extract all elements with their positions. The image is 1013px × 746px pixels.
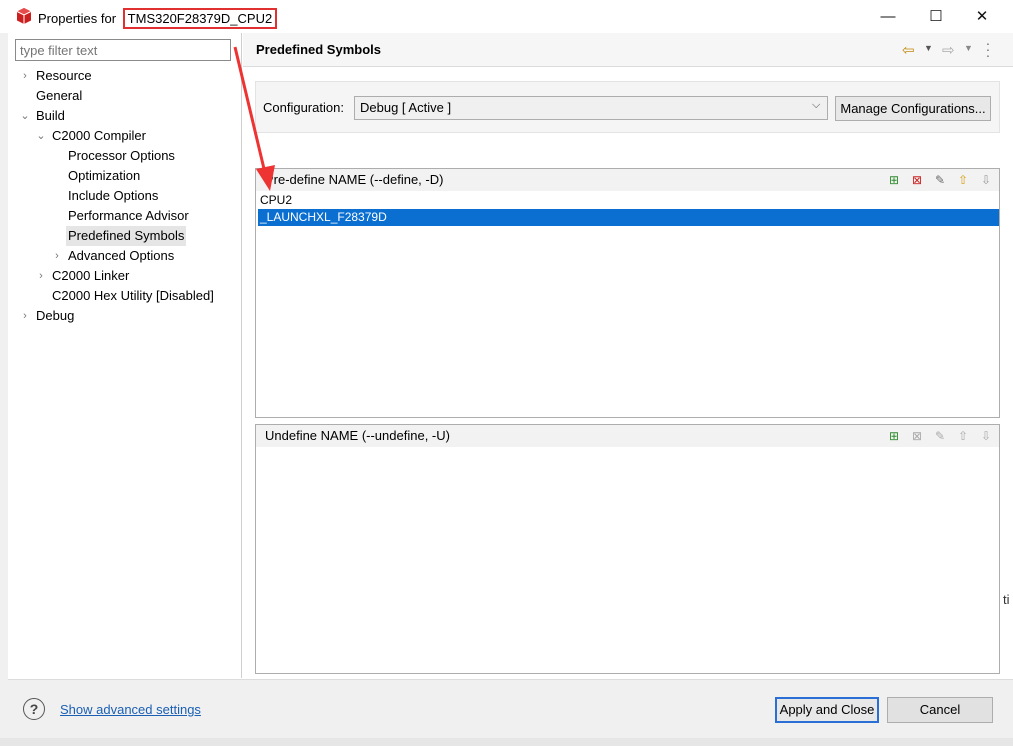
apply-and-close-button[interactable]: Apply and Close bbox=[775, 697, 879, 723]
define-symbols-panel: Pre-define NAME (--define, -D) CPU2 _LAUN… bbox=[255, 168, 1000, 418]
minimize-button[interactable]: — bbox=[865, 0, 911, 32]
back-arrow-icon[interactable]: ⇦ bbox=[902, 41, 915, 59]
move-down-icon[interactable]: ⇩ bbox=[978, 172, 994, 188]
back-menu-chevron-icon[interactable]: ▼ bbox=[924, 43, 933, 53]
kebab-menu-icon[interactable]: · · · bbox=[984, 36, 992, 62]
add-icon[interactable]: ⊞ bbox=[886, 172, 902, 188]
background-window-fragment: ti bbox=[1003, 592, 1010, 607]
tree-item[interactable]: Advanced Options bbox=[66, 246, 176, 266]
window-left-edge bbox=[0, 33, 8, 738]
window-bottom-edge bbox=[0, 738, 1013, 746]
move-up-icon[interactable]: ⇧ bbox=[955, 172, 971, 188]
project-name-highlight: TMS320F28379D_CPU2 bbox=[122, 8, 278, 29]
move-up-icon[interactable]: ⇧ bbox=[955, 428, 971, 444]
chevron-right-icon[interactable]: › bbox=[20, 66, 30, 86]
show-advanced-settings-link[interactable]: Show advanced settings bbox=[60, 702, 201, 717]
tree-item[interactable]: C2000 Hex Utility [Disabled] bbox=[50, 286, 216, 306]
ti-cube-icon bbox=[16, 8, 32, 24]
tree-item[interactable]: Resource bbox=[34, 66, 94, 86]
forward-arrow-icon[interactable]: ⇨ bbox=[942, 41, 955, 59]
tree-item[interactable]: General bbox=[34, 86, 84, 106]
chevron-down-icon[interactable]: ⌄ bbox=[36, 126, 46, 146]
edit-icon[interactable]: ✎ bbox=[932, 428, 948, 444]
manage-configurations-button[interactable]: Manage Configurations... bbox=[835, 96, 991, 121]
chevron-right-icon[interactable]: › bbox=[52, 246, 62, 266]
chevron-down-icon[interactable]: ⌄ bbox=[20, 106, 30, 126]
tree-item[interactable]: Performance Advisor bbox=[66, 206, 191, 226]
delete-icon[interactable]: ⊠ bbox=[909, 428, 925, 444]
maximize-button[interactable]: ☐ bbox=[913, 0, 959, 32]
chevron-right-icon[interactable]: › bbox=[20, 306, 30, 326]
tree-item[interactable]: C2000 Compiler bbox=[50, 126, 148, 146]
add-icon[interactable]: ⊞ bbox=[886, 428, 902, 444]
list-item[interactable]: CPU2 bbox=[258, 192, 999, 209]
window-title-prefix: Properties for bbox=[38, 11, 117, 26]
annotation-arrow-icon bbox=[233, 46, 275, 191]
tree-item[interactable]: C2000 Linker bbox=[50, 266, 131, 286]
list-item[interactable]: _LAUNCHXL_F28379D bbox=[258, 209, 999, 226]
tree-item[interactable]: Include Options bbox=[66, 186, 160, 206]
tree-item[interactable]: Predefined Symbols bbox=[66, 226, 187, 246]
edit-icon[interactable]: ✎ bbox=[932, 172, 948, 188]
move-down-icon[interactable]: ⇩ bbox=[978, 428, 994, 444]
tree-item[interactable]: Debug bbox=[34, 306, 76, 326]
window-title: Properties for TMS320F28379D_CPU2 bbox=[38, 8, 278, 29]
chevron-down-icon[interactable]: ⌵ bbox=[812, 99, 820, 112]
cancel-button[interactable]: Cancel bbox=[887, 697, 993, 723]
close-button[interactable]: ✕ bbox=[959, 0, 1005, 32]
filter-input[interactable] bbox=[15, 39, 231, 61]
forward-menu-chevron-icon[interactable]: ▼ bbox=[964, 43, 973, 53]
tree-item[interactable]: Optimization bbox=[66, 166, 142, 186]
configuration-select[interactable]: Debug [ Active ] bbox=[354, 96, 828, 120]
tree-item[interactable]: Build bbox=[34, 106, 67, 126]
delete-icon[interactable]: ⊠ bbox=[909, 172, 925, 188]
undefine-symbols-panel: Undefine NAME (--undefine, -U) bbox=[255, 424, 1000, 674]
help-icon[interactable]: ? bbox=[23, 698, 45, 720]
tree-item[interactable]: Processor Options bbox=[66, 146, 177, 166]
chevron-right-icon[interactable]: › bbox=[36, 266, 46, 286]
